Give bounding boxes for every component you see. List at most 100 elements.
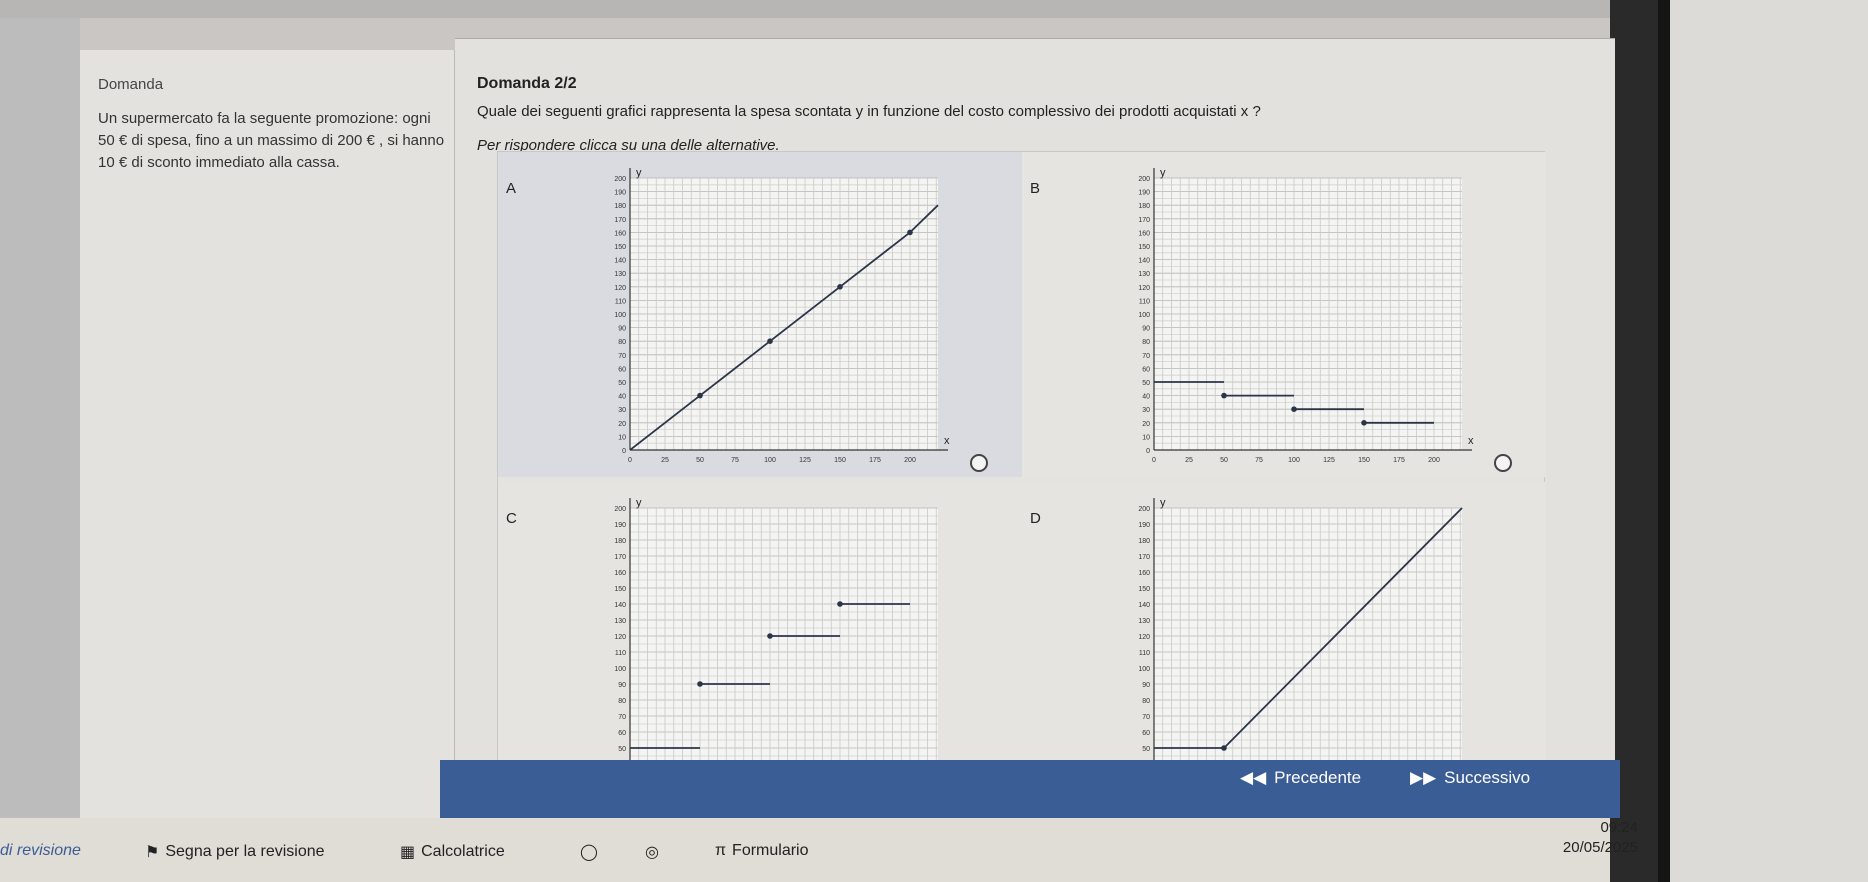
y-tick-label: 170: [1138, 554, 1150, 561]
segment-endpoint: [767, 633, 773, 639]
y-tick-label: 60: [618, 730, 626, 737]
option-c[interactable]: C y3040506070809010011012013014015016017…: [498, 482, 1022, 807]
option-letter: D: [1030, 510, 1041, 527]
y-tick-label: 90: [618, 682, 626, 689]
clock-toggle[interactable]: ◯: [580, 842, 598, 862]
formulas-label: Formulario: [732, 842, 809, 859]
x-axis-label: x: [944, 435, 950, 447]
segment-endpoint: [837, 601, 843, 607]
y-tick-label: 160: [614, 570, 626, 577]
monitor-bezel-inner: [1658, 0, 1670, 882]
y-tick-label: 10: [1142, 434, 1150, 441]
circle-icon: ◯: [580, 844, 598, 861]
segment-endpoint: [837, 284, 843, 290]
y-tick-label: 10: [618, 434, 626, 441]
option-letter: C: [506, 510, 517, 527]
system-clock[interactable]: 09:24 20/05/2025: [1563, 818, 1638, 858]
x-tick-label: 125: [1323, 457, 1335, 464]
navigation-bar: ◀◀ Precedente ▶▶ Successivo: [440, 760, 1620, 818]
segment-endpoint: [1221, 745, 1227, 751]
y-tick-label: 160: [1138, 570, 1150, 577]
flag-review-label: Segna per la revisione: [165, 843, 325, 860]
x-tick-label: 175: [869, 457, 881, 464]
x-tick-label: 175: [1393, 457, 1405, 464]
y-tick-label: 140: [614, 258, 626, 265]
y-tick-label: 70: [618, 353, 626, 360]
x-tick-label: 50: [696, 457, 704, 464]
y-tick-label: 80: [618, 698, 626, 705]
y-tick-label: 130: [1138, 271, 1150, 278]
y-tick-label: 190: [1138, 522, 1150, 529]
y-axis-label: y: [1160, 497, 1166, 509]
graph-b: y x 0 10 20 30 40 50 60 70 80 90 100 110 120 130 140 150 1…: [1138, 167, 1474, 464]
y-tick-label: 110: [615, 298, 626, 305]
y-tick-label: 60: [618, 366, 626, 373]
y-tick-label: 190: [614, 190, 626, 197]
time-text: 09:24: [1600, 819, 1638, 836]
x-tick-label: 25: [1185, 457, 1193, 464]
question-panel: Domanda Un supermercato fa la seguente p…: [80, 50, 455, 845]
y-tick-label: 90: [618, 326, 626, 333]
y-tick-label: 150: [1138, 586, 1150, 593]
option-a-radio[interactable]: [970, 454, 988, 472]
target-icon: ◎: [645, 844, 659, 861]
segment-endpoint: [907, 229, 913, 236]
formulas-button[interactable]: π Formulario: [715, 842, 809, 860]
question-text: Un supermercato fa la seguente promozion…: [98, 110, 445, 171]
x-tick-label: 25: [661, 457, 669, 464]
segment-endpoint: [1361, 420, 1367, 426]
y-tick-label: 140: [1138, 602, 1150, 609]
y-tick-label: 170: [1138, 217, 1150, 224]
y-tick-label: 160: [614, 230, 626, 237]
y-tick-label: 120: [1138, 285, 1150, 292]
segment-endpoint: [1221, 392, 1227, 399]
calculator-button[interactable]: ▦ Calcolatrice: [400, 842, 505, 862]
next-button[interactable]: ▶▶ Successivo: [1410, 768, 1530, 788]
y-tick-label: 130: [614, 271, 626, 278]
previous-button[interactable]: ◀◀ Precedente: [1240, 768, 1361, 788]
y-tick-label: 100: [1138, 312, 1150, 319]
question-number: Domanda 2/2: [477, 75, 577, 92]
y-tick-label: 120: [1138, 634, 1150, 641]
y-tick-label: 40: [1142, 394, 1150, 401]
x-tick-label: 150: [834, 457, 846, 464]
y-tick-label: 70: [618, 714, 626, 721]
question-label: Domanda: [98, 76, 164, 93]
x-tick-label: 150: [1358, 457, 1370, 464]
y-tick-label: 80: [618, 339, 626, 346]
segment-endpoint: [1291, 406, 1297, 412]
top-frame: [0, 0, 1610, 18]
y-tick-label: 110: [615, 650, 626, 657]
segment-endpoint: [767, 338, 773, 344]
review-left-label: di revisione: [0, 842, 81, 859]
y-tick-label: 0: [1146, 448, 1150, 455]
segment-endpoint: [697, 681, 703, 687]
y-tick-label: 90: [1142, 326, 1150, 333]
x-tick-label: 75: [1255, 457, 1263, 464]
y-tick-label: 30: [618, 407, 626, 414]
option-letter: A: [506, 180, 517, 197]
flag-review-button[interactable]: ⚑ Segna per la revisione: [145, 842, 325, 862]
y-tick-label: 50: [618, 380, 626, 387]
option-b[interactable]: B y x 0 10 20 30 40 50 60 70 80 90 100 110 120 130 140 15…: [1022, 152, 1546, 477]
y-tick-label: 140: [614, 602, 626, 609]
y-tick-label: 180: [1138, 203, 1150, 210]
y-axis-label: y: [636, 497, 642, 509]
y-axis-label: y: [636, 167, 642, 179]
x-tick-label: 200: [904, 457, 916, 464]
x-tick-label: 100: [1288, 457, 1300, 464]
target-toggle[interactable]: ◎: [645, 842, 659, 862]
y-tick-label: 170: [614, 217, 626, 224]
pi-icon: π: [715, 842, 727, 859]
option-b-radio[interactable]: [1494, 454, 1512, 472]
y-tick-label: 190: [1138, 190, 1150, 197]
y-tick-label: 20: [618, 421, 626, 428]
option-d[interactable]: D y3040506070809010011012013014015016017…: [1022, 482, 1546, 807]
option-a[interactable]: A y x 0 10 20 30 40 50 60 70 80 90 100 110 120 130 140 15…: [498, 152, 1022, 477]
date-text: 20/05/2025: [1562, 839, 1638, 856]
y-tick-label: 80: [1142, 698, 1150, 705]
y-tick-label: 120: [614, 285, 626, 292]
y-tick-label: 100: [614, 312, 626, 319]
y-tick-label: 180: [614, 538, 626, 545]
question-statement: Quale dei seguenti grafici rappresenta l…: [477, 103, 1261, 120]
